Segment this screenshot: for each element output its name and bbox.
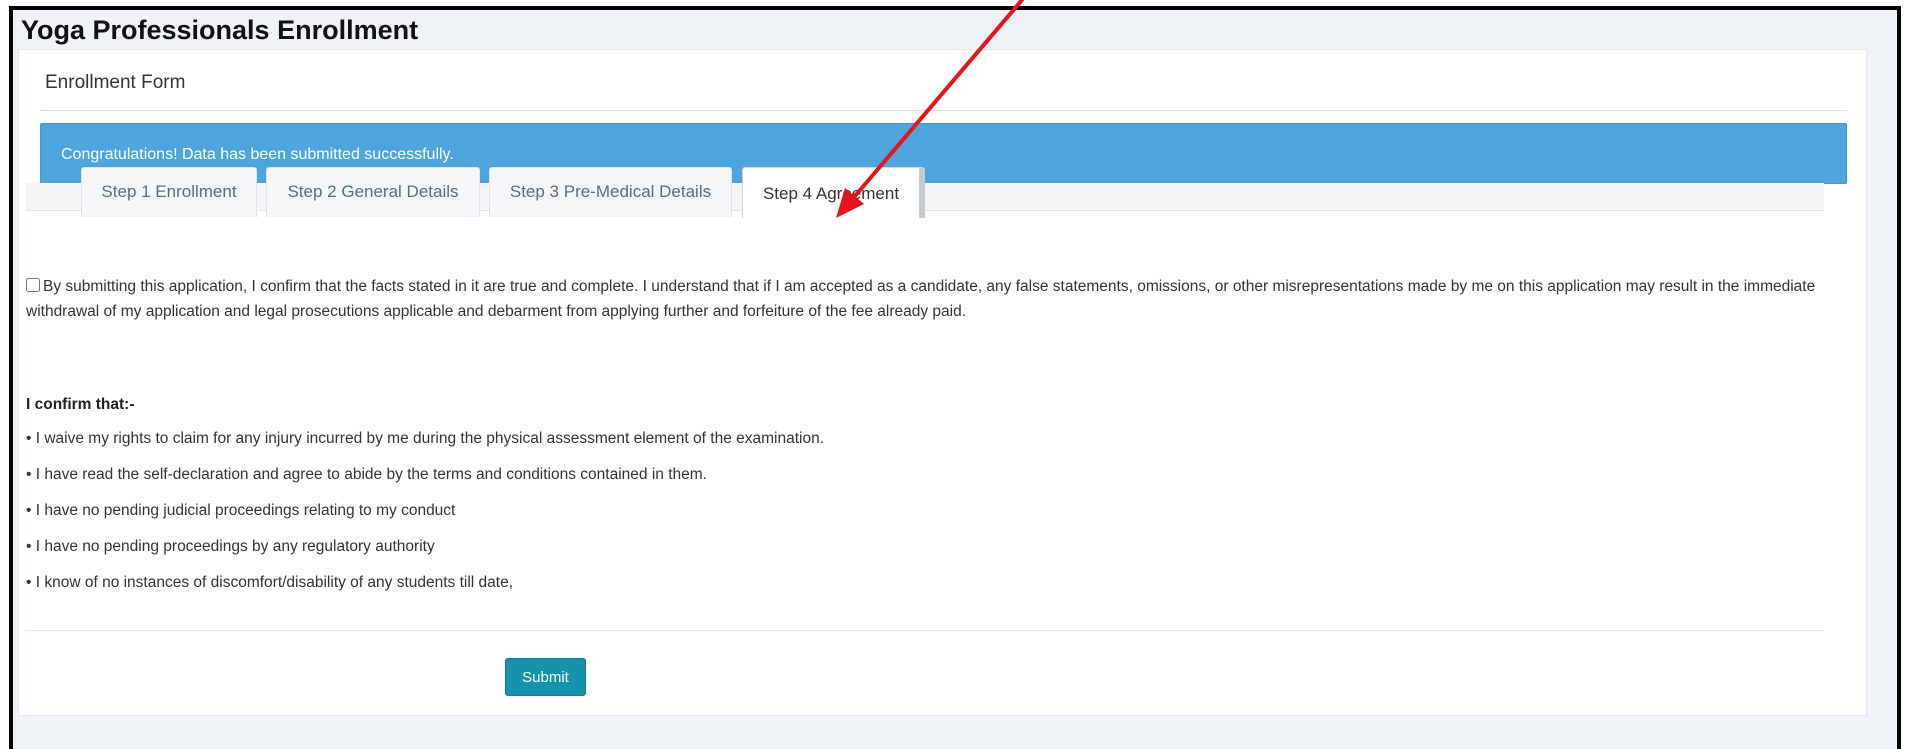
agreement-statement: By submitting this application, I confir…	[26, 274, 1830, 324]
tab-step-2-general-details[interactable]: Step 2 General Details	[266, 167, 480, 217]
tab-step-3-pre-medical-details[interactable]: Step 3 Pre-Medical Details	[489, 167, 732, 217]
list-item: • I know of no instances of discomfort/d…	[26, 574, 514, 591]
confirm-title: I confirm that:-	[26, 396, 135, 413]
form-divider	[26, 630, 1824, 631]
heading-divider	[40, 110, 1847, 111]
list-item: • I have no pending judicial proceedings…	[26, 502, 456, 519]
submit-button[interactable]: Submit	[505, 658, 586, 696]
confirmation-list: • I waive my rights to claim for any inj…	[26, 421, 824, 601]
list-item: • I have no pending proceedings by any r…	[26, 538, 435, 555]
enrollment-panel: Enrollment Form Congratulations! Data ha…	[18, 49, 1867, 716]
list-item: • I have read the self-declaration and a…	[26, 466, 707, 483]
agreement-text[interactable]: By submitting this application, I confir…	[26, 278, 1815, 320]
tab-step-1-enrollment[interactable]: Step 1 Enrollment	[81, 167, 257, 217]
agreement-checkbox[interactable]	[26, 278, 40, 292]
page-title: Yoga Professionals Enrollment	[21, 15, 419, 45]
tab-step-4-agreement[interactable]: Step 4 Agreement	[742, 167, 925, 218]
panel-heading: Enrollment Form	[45, 72, 186, 93]
list-item: • I waive my rights to claim for any inj…	[26, 430, 825, 447]
